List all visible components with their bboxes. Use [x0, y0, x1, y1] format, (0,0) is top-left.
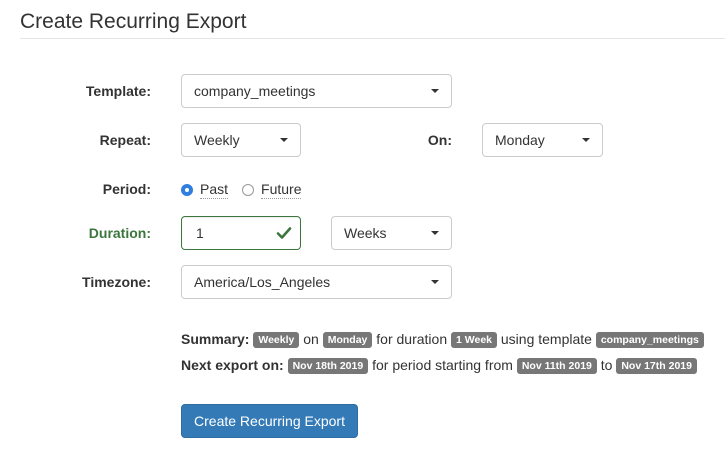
- next-export-date-badge: Nov 18th 2019: [287, 358, 369, 374]
- create-recurring-export-button[interactable]: Create Recurring Export: [181, 404, 358, 438]
- template-select-value: company_meetings: [194, 83, 316, 99]
- period-start-badge: Nov 11th 2019: [516, 358, 597, 374]
- template-label: Template:: [85, 83, 151, 99]
- caret-down-icon: [431, 231, 439, 235]
- summary-template-badge: company_meetings: [595, 332, 704, 348]
- summary-duration-text: for duration: [376, 331, 448, 347]
- on-day-select[interactable]: Monday: [482, 123, 603, 157]
- template-select[interactable]: company_meetings: [181, 74, 452, 108]
- repeat-select[interactable]: Weekly: [181, 123, 301, 157]
- summary-duration-badge: 1 Week: [451, 332, 497, 348]
- summary-on-text: on: [303, 331, 319, 347]
- duration-label: Duration:: [88, 225, 151, 241]
- on-day-select-value: Monday: [495, 132, 545, 148]
- timezone-select-value: America/Los_Angeles: [194, 274, 331, 290]
- duration-unit-select[interactable]: Weeks: [331, 216, 452, 250]
- page-title: Create Recurring Export: [20, 10, 247, 33]
- duration-input[interactable]: 1: [181, 216, 301, 250]
- repeat-label: Repeat:: [99, 132, 151, 148]
- caret-down-icon: [431, 89, 439, 93]
- period-end-badge: Nov 17th 2019: [616, 358, 697, 374]
- repeat-select-value: Weekly: [194, 132, 240, 148]
- summary-template-text: using template: [500, 331, 592, 347]
- duration-input-value: 1: [196, 225, 204, 241]
- summary-label: Summary:: [181, 331, 250, 347]
- next-export-line: Next export on: Nov 18th 2019 for period…: [181, 357, 697, 374]
- period-future-label[interactable]: Future: [261, 181, 302, 199]
- period-label: Period:: [102, 181, 151, 197]
- next-export-label: Next export on:: [181, 357, 284, 373]
- next-export-to-text: to: [600, 357, 613, 373]
- summary-repeat-badge: Weekly: [253, 332, 300, 348]
- caret-down-icon: [280, 138, 288, 142]
- on-label: On:: [427, 132, 452, 148]
- check-icon: [276, 227, 292, 239]
- period-radio-group: Past Future: [181, 181, 315, 199]
- timezone-select[interactable]: America/Los_Angeles: [181, 265, 452, 299]
- timezone-label: Timezone:: [82, 274, 151, 290]
- caret-down-icon: [431, 280, 439, 284]
- caret-down-icon: [582, 138, 590, 142]
- summary-day-badge: Monday: [322, 332, 373, 348]
- period-past-radio[interactable]: [181, 184, 193, 196]
- period-past-label[interactable]: Past: [200, 181, 229, 199]
- duration-unit-value: Weeks: [344, 225, 387, 241]
- title-divider: [20, 38, 725, 39]
- summary-line: Summary: Weekly on Monday for duration 1…: [181, 331, 704, 348]
- period-future-radio[interactable]: [242, 184, 255, 196]
- next-export-period-text: for period starting from: [372, 357, 513, 373]
